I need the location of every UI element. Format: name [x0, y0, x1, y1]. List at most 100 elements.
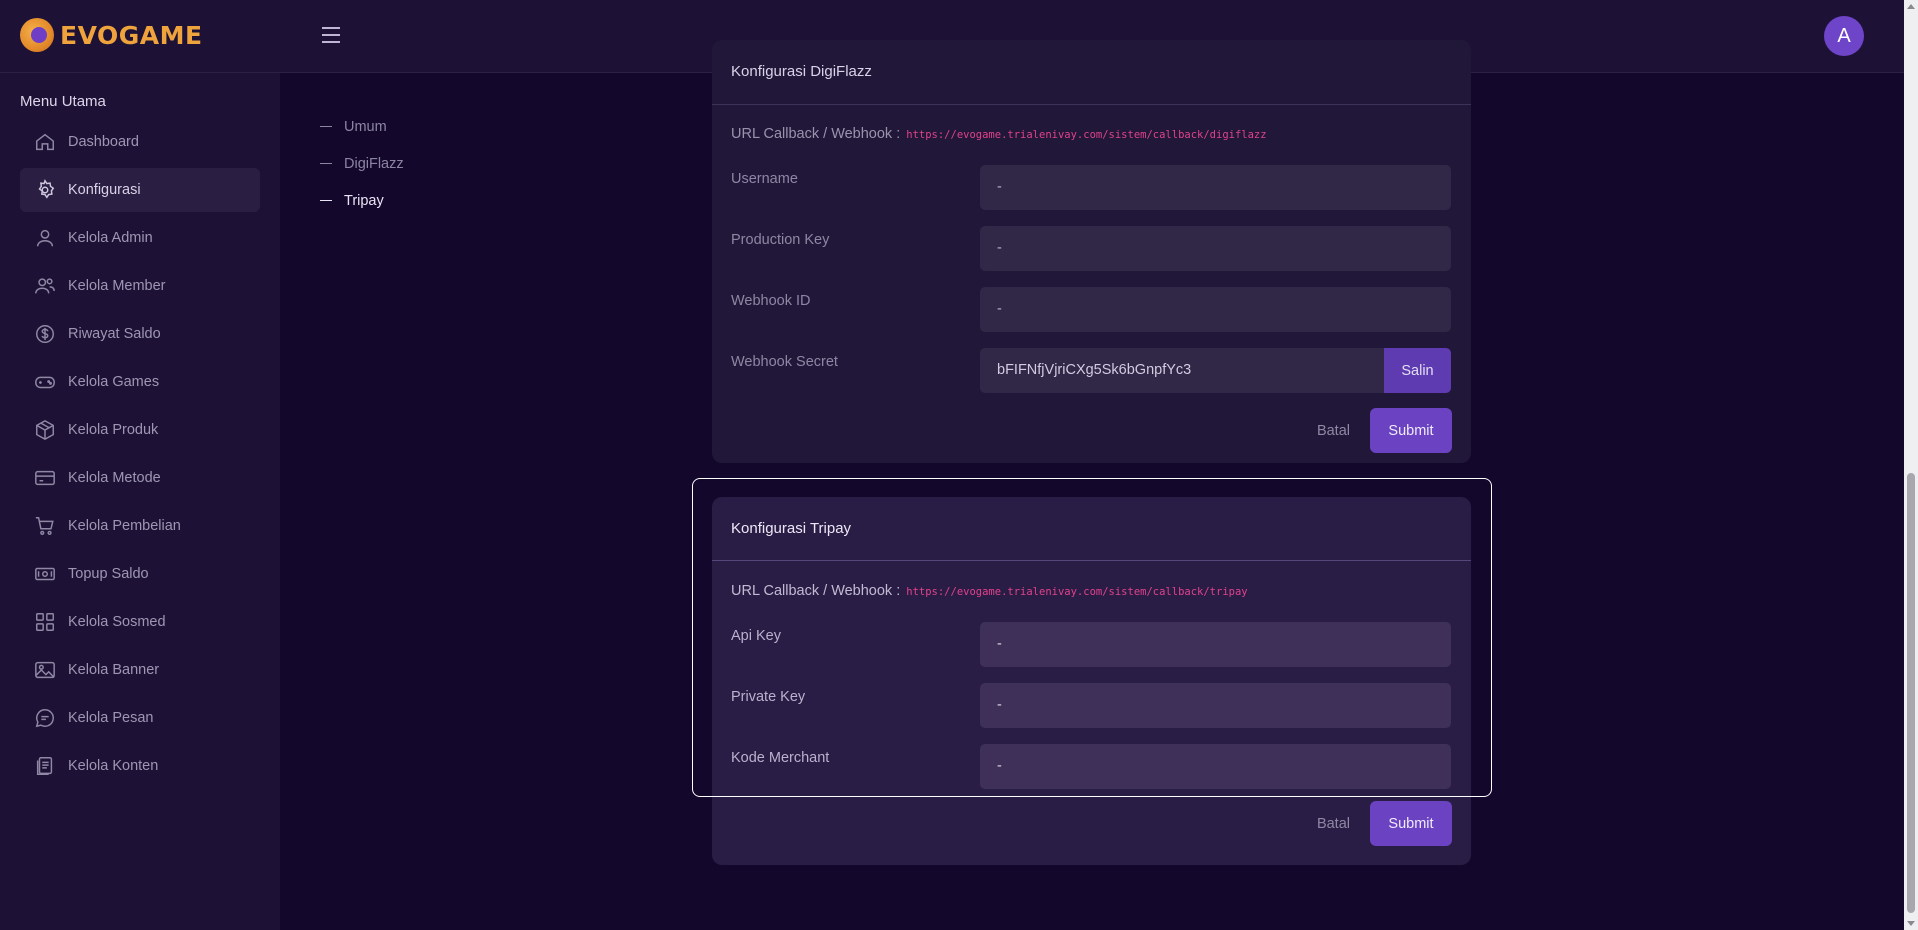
webhook-secret-input[interactable]: bFIFNfjVjriCXg5Sk6bGnpfYc3 [980, 348, 1384, 393]
field-label: Kode Merchant [731, 750, 830, 766]
webhook-url-label: URL Callback / Webhook : [731, 583, 901, 599]
submit-button[interactable]: Submit [1370, 801, 1452, 846]
sidebar-item-label: Dashboard [68, 134, 139, 150]
cart-icon [35, 517, 54, 535]
sidebar-item-label: Topup Saldo [68, 566, 149, 582]
users-icon [35, 278, 55, 294]
sidebar-item-label: Kelola Admin [68, 230, 153, 246]
sidebar-item-label: Konfigurasi [68, 182, 141, 198]
sidebar-item-kelola-pesan[interactable]: Kelola Pesan [20, 696, 260, 740]
private-key-input[interactable]: - [980, 683, 1451, 728]
card-title: Konfigurasi DigiFlazz [712, 40, 1471, 105]
sidebar-item-kelola-produk[interactable]: Kelola Produk [20, 408, 260, 452]
sidebar: Menu Utama Dashboard Konfigurasi Kelola … [0, 73, 280, 930]
gear-icon [38, 179, 55, 199]
sidebar-item-kelola-member[interactable]: Kelola Member [20, 264, 260, 308]
box-icon [36, 419, 54, 441]
webhook-url-label: URL Callback / Webhook : [731, 126, 901, 142]
card-icon [35, 470, 55, 486]
tripay-card: Konfigurasi Tripay URL Callback / Webhoo… [712, 497, 1471, 865]
sidebar-title: Menu Utama [20, 93, 106, 110]
sidebar-item-label: Kelola Pembelian [68, 518, 181, 534]
dash-icon [320, 126, 332, 127]
subnav-label: Umum [344, 118, 387, 135]
field-label: Webhook ID [731, 293, 811, 309]
webhook-id-input[interactable]: - [980, 287, 1451, 332]
scroll-up-icon[interactable] [1907, 4, 1915, 9]
config-subnav: Umum DigiFlazz Tripay [320, 108, 404, 219]
sidebar-item-label: Kelola Pesan [68, 710, 154, 726]
subnav-item-umum[interactable]: Umum [320, 108, 404, 145]
digiflazz-card: Konfigurasi DigiFlazz URL Callback / Web… [712, 40, 1471, 463]
sidebar-item-kelola-games[interactable]: Kelola Games [20, 360, 260, 404]
subnav-item-tripay[interactable]: Tripay [320, 182, 404, 219]
webhook-url[interactable]: https://evogame.trialenivay.com/sistem/c… [906, 586, 1247, 598]
grid-icon [36, 613, 54, 631]
sidebar-item-label: Kelola Member [68, 278, 166, 294]
sidebar-item-label: Kelola Produk [68, 422, 159, 438]
sidebar-item-label: Kelola Banner [68, 662, 160, 678]
cancel-button[interactable]: Batal [1317, 423, 1350, 439]
sidebar-item-kelola-admin[interactable]: Kelola Admin [20, 216, 260, 260]
submit-button[interactable]: Submit [1370, 408, 1452, 453]
dash-icon [320, 200, 332, 201]
sidebar-item-kelola-banner[interactable]: Kelola Banner [20, 648, 260, 692]
subnav-label: Tripay [344, 192, 384, 209]
api-key-input[interactable]: - [980, 622, 1451, 667]
sidebar-item-label: Kelola Sosmed [68, 614, 166, 630]
dollar-circle-icon [36, 325, 54, 343]
avatar[interactable]: A [1824, 16, 1864, 56]
field-username: Username - [712, 159, 1471, 220]
sidebar-item-topup-saldo[interactable]: Topup Saldo [20, 552, 260, 596]
document-icon [36, 757, 53, 775]
sidebar-menu: Dashboard Konfigurasi Kelola Admin Kelol… [20, 120, 260, 792]
logo[interactable]: EVOGAME [20, 18, 203, 52]
subnav-label: DigiFlazz [344, 155, 404, 172]
image-icon [35, 661, 55, 679]
card-title: Konfigurasi Tripay [712, 497, 1471, 561]
field-private-key: Private Key - [712, 677, 1471, 738]
field-kode-merchant: Kode Merchant - [712, 738, 1471, 799]
field-label: Private Key [731, 689, 806, 705]
gamepad-icon [35, 376, 55, 389]
sidebar-item-kelola-metode[interactable]: Kelola Metode [20, 456, 260, 500]
sidebar-item-label: Kelola Games [68, 374, 160, 390]
menu-toggle-icon[interactable] [322, 27, 340, 43]
sidebar-item-label: Kelola Metode [68, 470, 161, 486]
sidebar-item-kelola-konten[interactable]: Kelola Konten [20, 744, 260, 788]
field-label: Production Key [731, 232, 830, 248]
subnav-item-digiflazz[interactable]: DigiFlazz [320, 145, 404, 182]
dash-icon [320, 163, 332, 164]
sidebar-item-kelola-pembelian[interactable]: Kelola Pembelian [20, 504, 260, 548]
scrollbar[interactable] [1904, 0, 1918, 930]
copy-button[interactable]: Salin [1384, 348, 1451, 393]
user-icon [36, 229, 54, 247]
webhook-url-row: URL Callback / Webhook : https://evogame… [712, 105, 1471, 142]
field-webhook-secret: Webhook Secret bFIFNfjVjriCXg5Sk6bGnpfYc… [712, 342, 1471, 403]
cash-icon [35, 567, 55, 581]
scroll-down-icon[interactable] [1907, 921, 1915, 926]
scroll-thumb[interactable] [1907, 473, 1915, 913]
field-label: Webhook Secret [731, 354, 838, 370]
sidebar-item-riwayat-saldo[interactable]: Riwayat Saldo [20, 312, 260, 356]
field-label: Username [731, 171, 798, 187]
webhook-url-row: URL Callback / Webhook : https://evogame… [712, 561, 1471, 599]
kode-merchant-input[interactable]: - [980, 744, 1451, 789]
chat-icon [35, 709, 54, 728]
webhook-secret-group: bFIFNfjVjriCXg5Sk6bGnpfYc3 Salin [980, 348, 1451, 393]
sidebar-item-dashboard[interactable]: Dashboard [20, 120, 260, 164]
webhook-url[interactable]: https://evogame.trialenivay.com/sistem/c… [906, 129, 1266, 141]
field-production-key: Production Key - [712, 220, 1471, 281]
field-api-key: Api Key - [712, 616, 1471, 677]
sidebar-item-label: Kelola Konten [68, 758, 159, 774]
field-label: Api Key [731, 628, 781, 644]
username-input[interactable]: - [980, 165, 1451, 210]
logo-icon [20, 18, 54, 52]
cancel-button[interactable]: Batal [1317, 816, 1350, 832]
sidebar-item-konfigurasi[interactable]: Konfigurasi [20, 168, 260, 212]
card-actions: Batal Submit [1317, 801, 1452, 846]
production-key-input[interactable]: - [980, 226, 1451, 271]
card-actions: Batal Submit [1317, 408, 1452, 453]
sidebar-item-kelola-sosmed[interactable]: Kelola Sosmed [20, 600, 260, 644]
sidebar-item-label: Riwayat Saldo [68, 326, 161, 342]
